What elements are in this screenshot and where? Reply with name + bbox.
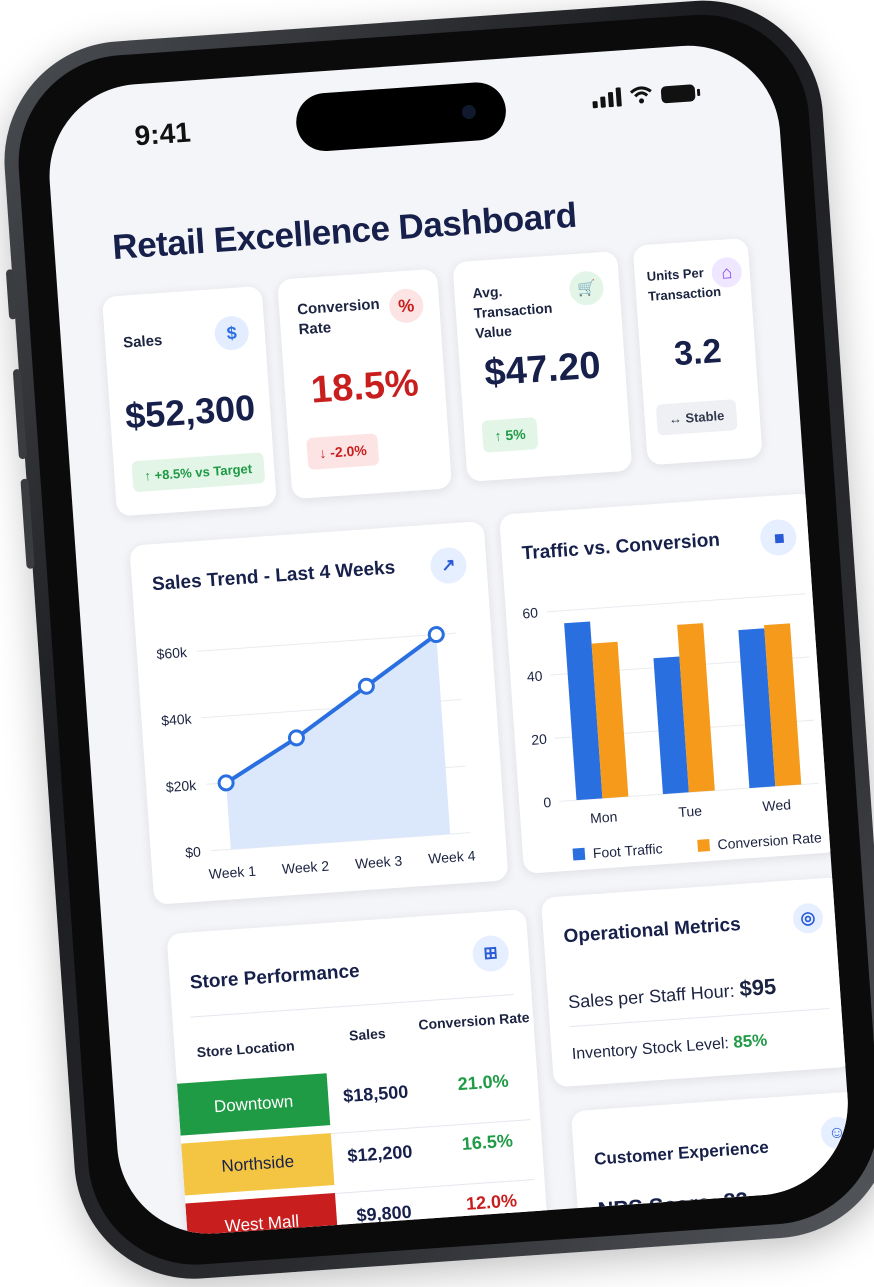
kpi-badge: ↑ 5% [481,417,539,453]
table-row[interactable]: Downtown $18,500 21.0% [166,909,525,1136]
y-tick-label: 60 [522,604,539,621]
silent-switch [5,269,18,320]
sales-trend-card[interactable]: Sales Trend - Last 4 Weeks ↗ $0 $20k $40k $… [129,520,509,905]
kpi-badge: ↑ +8.5% vs Target [131,452,266,493]
kpi-card-sales[interactable]: Sales $ $52,300 ↑ +8.5% vs Target [101,285,277,517]
wifi-icon [629,86,652,104]
x-tick-label: Week 2 [281,858,329,877]
kpi-card-conversion[interactable]: Conversion Rate % 18.5% ↓ -2.0% [277,268,453,500]
legend-label: Foot Traffic [592,840,663,861]
store-sales: $12,200 [346,1141,414,1166]
gridline [545,593,806,613]
staff-value: $95 [738,973,777,1002]
store-rate: 16.5% [461,1130,514,1154]
store-location: Downtown [176,1073,331,1136]
card-title: Traffic vs. Conversion [521,529,721,565]
legend-label: Conversion Rate [717,829,822,852]
kpi-value: $47.20 [483,344,602,395]
kpi-value: 18.5% [309,362,421,412]
screen: 9:41 Retail Excellence Dashboard Sales $… [43,39,854,1240]
y-tick-label: 0 [543,794,552,811]
table-row[interactable]: Northside $12,200 16.5% [166,909,525,1196]
x-tick-label: Mon [590,808,618,826]
store-performance-card[interactable]: Store Performance ⊞ Store Location Sales… [166,908,551,1240]
target-icon: ◎ [791,902,824,935]
traffic-card[interactable]: Traffic vs. Conversion ▮▮ 0 20 40 60 Mon Tue W… [499,492,839,875]
staff-metric: Sales per Staff Hour: $95 [567,974,777,1014]
x-tick-label: Week 3 [355,852,403,871]
kpi-value: 3.2 [672,332,723,374]
star-rating: ★★★★★ [600,1227,785,1240]
y-tick-label: $60k [156,644,188,662]
kpi-card-avg-transaction[interactable]: Avg. Transaction Value 🛒 $47.20 ↑ 5% [452,251,633,482]
store-sales: $18,500 [342,1081,409,1107]
column-header: Sales [348,1025,387,1044]
y-tick-label: $40k [161,710,193,728]
data-point [357,677,375,695]
legend-swatch [697,839,711,852]
nps-score: NPS Score: 82 [596,1187,749,1223]
store-location: Northside [181,1133,335,1196]
card-title: Operational Metrics [562,914,742,948]
status-icons [592,81,696,109]
trend-icon: ↗ [429,546,468,585]
status-time: 9:41 [133,116,192,152]
column-header: Conversion Rate [417,1009,530,1033]
staff-label: Sales per Staff Hour: [567,980,736,1013]
page-title: Retail Excellence Dashboard [111,195,578,268]
percent-icon: % [388,287,425,324]
area-fill [226,634,451,850]
dynamic-island [294,80,508,153]
volume-up-button [12,368,27,460]
kpi-card-units[interactable]: Units Per Transaction ⌂ 3.2 ↔ Stable [632,237,763,466]
phone-bezel: 9:41 Retail Excellence Dashboard Sales $… [11,7,874,1272]
kpi-label: Conversion Rate [296,295,381,339]
column-header: Store Location [196,1037,296,1061]
x-tick-label: Week 4 [428,847,476,866]
y-tick-label: $0 [185,844,202,861]
x-tick-label: Wed [762,796,792,814]
store-rate: 21.0% [456,1070,510,1095]
phone-frame: 9:41 Retail Excellence Dashboard Sales $… [0,0,874,1287]
y-tick-label: 40 [526,668,543,685]
store-sales: $9,800 [355,1201,413,1226]
operational-metrics-card[interactable]: Operational Metrics ◎ Sales per Staff Ho… [540,876,854,1088]
card-title: Sales Trend - Last 4 Weeks [151,557,396,596]
data-point [287,729,305,747]
traffic-chart: 0 20 40 60 Mon Tue Wed Foot Traffic Conversion R… [522,593,822,861]
kpi-badge: ↔ Stable [655,399,738,436]
x-tick-label: Week 1 [208,863,256,882]
card-title: Customer Experience [593,1137,770,1169]
legend-swatch [572,847,586,861]
data-point [427,626,445,644]
bar-chart-icon: ▮▮ [759,518,798,557]
kpi-badge: ↓ -2.0% [306,433,380,471]
camera-icon [461,104,477,120]
inventory-value: 85% [732,1030,768,1052]
inventory-label: Inventory Stock Level: [571,1035,730,1064]
y-tick-label: 20 [531,731,548,748]
volume-down-button [20,478,35,569]
store-icon: ⊞ [471,934,510,973]
data-point [217,774,235,792]
store-location: West Mall [185,1192,339,1240]
y-tick-label: $20k [165,777,197,795]
user-icon: ☺ [819,1115,854,1150]
battery-icon [660,84,696,104]
store-rate: 12.0% [465,1190,518,1214]
x-tick-label: Tue [678,802,703,820]
kpi-label: Sales [122,331,163,352]
kpi-value: $52,300 [123,386,257,437]
table-row[interactable]: West Mall $9,800 12.0% [166,909,525,1240]
inventory-metric: Inventory Stock Level: 85% [571,1030,768,1064]
customer-experience-card[interactable]: Customer Experience ☺ NPS Score: 82 ★★★★… [570,1090,854,1240]
sales-trend-chart: $0 $20k $40k $60k Week 1 Week 2 Week 3 Week 4 [156,626,476,882]
signal-icon [592,86,622,109]
dollar-icon: $ [213,314,250,352]
card-title: Store Performance [189,960,361,994]
